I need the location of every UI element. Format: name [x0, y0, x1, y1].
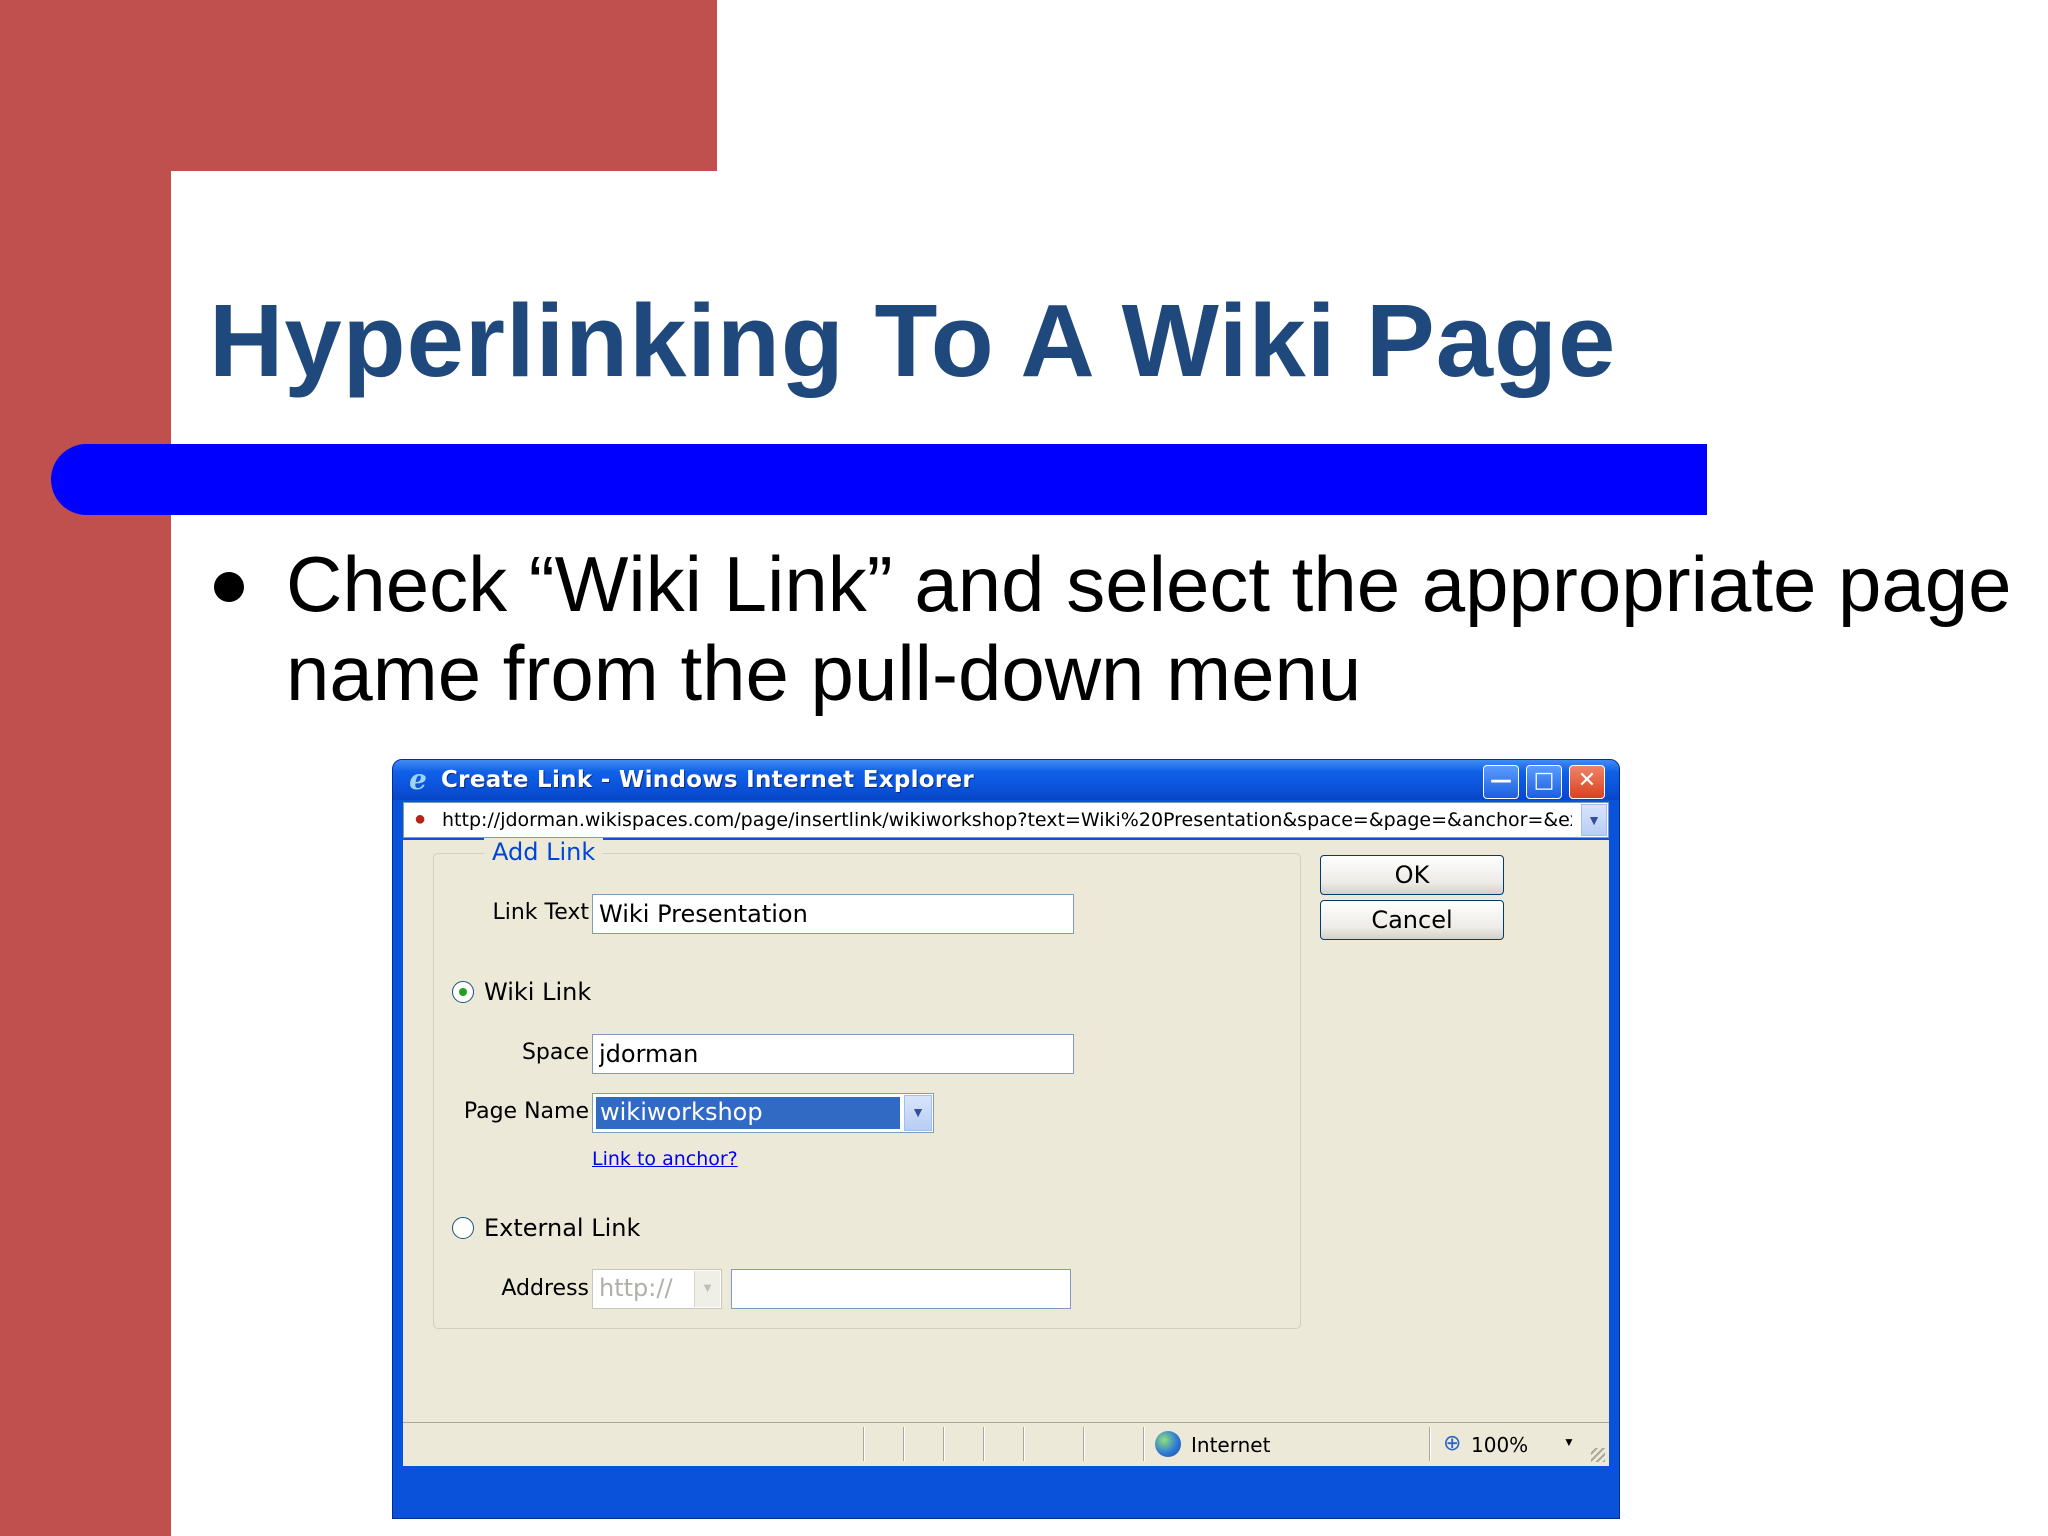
space-input[interactable] [592, 1034, 1074, 1074]
address-url[interactable]: http://jdorman.wikispaces.com/page/inser… [442, 809, 1572, 831]
maximize-button[interactable]: □ [1526, 765, 1562, 799]
globe-icon [1155, 1431, 1181, 1457]
status-separator [903, 1427, 905, 1461]
address-input[interactable] [731, 1269, 1071, 1309]
radio-selected-dot [459, 988, 467, 996]
internet-explorer-icon: e [409, 763, 427, 796]
protocol-dropdown-button[interactable]: ▼ [694, 1271, 720, 1307]
close-icon: ✕ [1577, 768, 1597, 793]
zoom-magnifier-icon[interactable]: ⊕ [1443, 1431, 1461, 1455]
external-link-label: External Link [484, 1214, 641, 1242]
maximize-icon: □ [1533, 768, 1555, 793]
status-separator [863, 1427, 865, 1461]
status-separator [1083, 1427, 1085, 1461]
resize-grip[interactable] [1591, 1448, 1605, 1462]
window-titlebar[interactable]: e Create Link - Windows Internet Explore… [393, 760, 1619, 800]
minimize-button[interactable]: — [1483, 765, 1519, 799]
chevron-down-icon: ▼ [701, 1280, 714, 1295]
security-zone-text: Internet [1191, 1433, 1271, 1457]
external-link-radio-circle[interactable] [452, 1217, 474, 1239]
status-separator [1429, 1427, 1431, 1461]
bullet-dot [214, 572, 244, 602]
address-protocol-value: http:// [599, 1274, 673, 1302]
wikispaces-page-icon: ● [413, 808, 427, 830]
ie-window: e Create Link - Windows Internet Explore… [392, 759, 1620, 1519]
address-bar[interactable]: ● http://jdorman.wikispaces.com/page/ins… [403, 802, 1609, 838]
dialog-content: Add Link Link Text Wiki Link Space Page … [403, 838, 1609, 1422]
page-name-dropdown-button[interactable]: ▼ [904, 1095, 932, 1131]
minimize-icon: — [1490, 768, 1512, 793]
add-link-legend: Add Link [484, 838, 604, 866]
ok-button[interactable]: OK [1320, 855, 1504, 895]
address-protocol-select[interactable]: http:// ▼ [592, 1269, 722, 1309]
close-button[interactable]: ✕ [1569, 765, 1605, 799]
page-name-label: Page Name [463, 1099, 589, 1124]
chevron-down-icon: ▼ [911, 1104, 925, 1120]
slide-red-band-top [0, 0, 717, 171]
link-to-anchor-link[interactable]: Link to anchor? [592, 1148, 738, 1170]
status-separator [983, 1427, 985, 1461]
wiki-link-label: Wiki Link [484, 978, 592, 1006]
slide-red-band-left [0, 0, 171, 1536]
status-separator [1143, 1427, 1145, 1461]
window-title: Create Link - Windows Internet Explorer [441, 767, 975, 793]
status-separator [1023, 1427, 1025, 1461]
link-text-label: Link Text [492, 900, 589, 925]
cancel-button[interactable]: Cancel [1320, 900, 1504, 940]
add-link-group: Add Link Link Text Wiki Link Space Page … [433, 838, 1301, 1329]
slide-title: Hyperlinking To A Wiki Page [209, 283, 1617, 398]
address-dropdown-button[interactable]: ▼ [1581, 804, 1607, 836]
wiki-link-radio-circle[interactable] [452, 981, 474, 1003]
chevron-down-icon: ▼ [1587, 812, 1601, 828]
status-separator [943, 1427, 945, 1461]
zoom-dropdown-icon[interactable]: ▼ [1563, 1435, 1575, 1449]
link-text-input[interactable] [592, 894, 1074, 934]
page-name-selected-value: wikiworkshop [596, 1097, 900, 1129]
bullet-text: Check “Wiki Link” and select the appropr… [286, 540, 2012, 717]
address-label: Address [501, 1276, 589, 1301]
status-bar: Internet ⊕ 100% ▼ [403, 1422, 1609, 1466]
space-label: Space [521, 1040, 589, 1065]
page-name-select[interactable]: wikiworkshop ▼ [592, 1093, 934, 1133]
title-underline-bar [51, 444, 1707, 515]
zoom-level[interactable]: 100% [1471, 1433, 1528, 1457]
